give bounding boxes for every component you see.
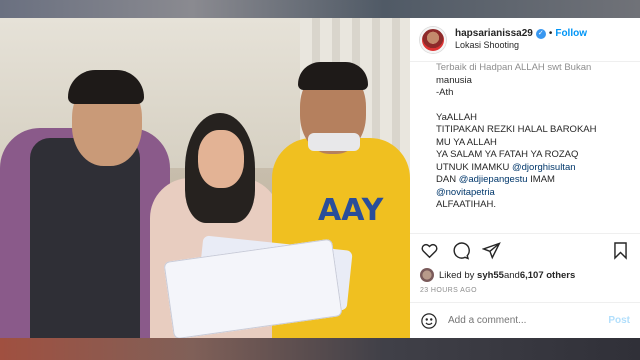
post-header: hapsarianissa29 ✓ • Follow Lokasi Shooti…	[410, 18, 640, 62]
comment-icon[interactable]	[451, 241, 470, 260]
action-bar	[410, 233, 640, 267]
share-icon[interactable]	[482, 241, 501, 260]
man-right-mask	[308, 133, 360, 151]
heart-icon[interactable]	[420, 241, 439, 260]
caption-line-faded: Terbaik di Hadpan ALLAH swt Bukan	[436, 62, 592, 73]
comment-box: Post	[410, 302, 640, 338]
caption-line: @novitapetria	[436, 187, 630, 200]
woman-face	[198, 130, 244, 188]
likes-prefix: Liked by	[439, 269, 475, 281]
username-link[interactable]: hapsarianissa29	[455, 28, 533, 40]
follow-button[interactable]: Follow	[555, 28, 587, 40]
likes-middle: and	[503, 269, 520, 281]
location-link[interactable]: Lokasi Shooting	[455, 40, 587, 51]
mention-link[interactable]: @novitapetria	[436, 187, 495, 198]
caption-line: DAN @adjiepangestu IMAM	[436, 174, 630, 187]
profile-avatar[interactable]	[420, 26, 446, 53]
header-text: hapsarianissa29 ✓ • Follow Lokasi Shooti…	[455, 28, 587, 51]
likes-summary: Liked by syh55 and 6,107 others	[410, 267, 640, 283]
caption-line: UTNUK IMAMKU @djorghisultan	[436, 162, 630, 175]
caption-line: YA SALAM YA FATAH YA ROZAQ	[436, 149, 579, 160]
mention-link[interactable]: @djorghisultan	[512, 162, 576, 173]
background-strip-bottom	[0, 338, 640, 360]
post-caption: Terbaik di Hadpan ALLAH swt Bukan manusi…	[410, 62, 640, 233]
caption-line: ALFAATIHAH.	[436, 199, 497, 210]
liker-avatar	[420, 268, 434, 282]
post-comment-button[interactable]: Post	[608, 315, 630, 326]
caption-text: IMAM	[527, 174, 555, 185]
comment-input[interactable]	[448, 315, 609, 326]
verified-badge-icon: ✓	[535, 29, 546, 40]
smiley-icon[interactable]	[420, 312, 438, 330]
post-timestamp[interactable]: 23 HOURS AGO	[410, 283, 640, 302]
man-right-hair	[298, 62, 368, 90]
caption-line: -Ath	[436, 87, 454, 98]
liker-username[interactable]: syh55	[477, 270, 504, 281]
username-row: hapsarianissa29 ✓ • Follow	[455, 28, 587, 40]
caption-line: manusia	[436, 74, 472, 86]
mention-link[interactable]: @adjiepangestu	[459, 174, 528, 185]
background-strip-top	[0, 0, 640, 18]
caption-line: TITIPAKAN REZKI HALAL BAROKAH	[436, 124, 597, 135]
caption-line: MU YA ALLAH	[436, 136, 497, 148]
caption-gap	[436, 100, 630, 112]
caption-text: UTNUK IMAMKU	[436, 161, 512, 173]
bookmark-icon[interactable]	[611, 241, 630, 260]
man-left-hair	[68, 70, 144, 104]
post-side-panel: hapsarianissa29 ✓ • Follow Lokasi Shooti…	[410, 18, 640, 338]
post-photo[interactable]: AAY	[0, 18, 410, 338]
caption-line: YaALLAH	[436, 111, 478, 123]
caption-text: DAN	[436, 174, 459, 185]
likes-count-link[interactable]: 6,107 others	[520, 270, 575, 281]
man-left-vest	[30, 138, 140, 338]
separator-dot: •	[548, 28, 553, 40]
